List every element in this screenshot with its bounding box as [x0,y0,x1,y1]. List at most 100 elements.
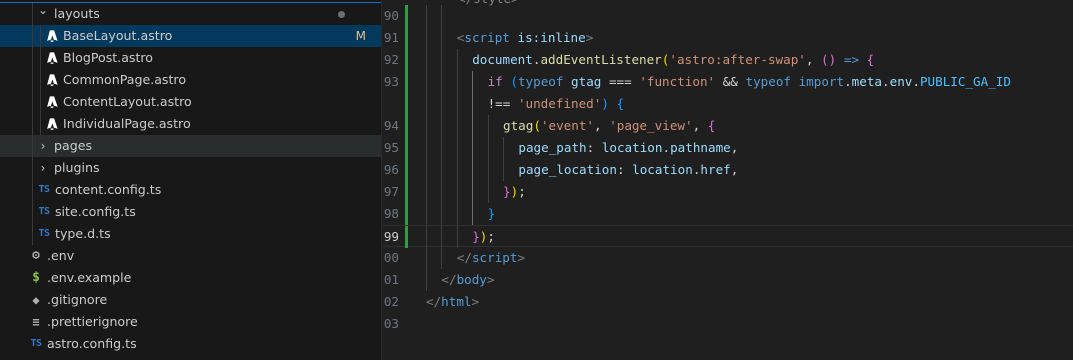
tree-item-label: .gitignore [47,292,108,307]
indent-guide [441,226,443,248]
code-token: href [700,162,731,177]
code-token: html [441,294,472,309]
tree-file[interactable]: BaseLayout.astro M [0,25,381,47]
tree-file[interactable]: $ .env.example [0,267,381,289]
line-number: 95 [383,140,399,155]
code-text: document.addEventListener('astro:after-s… [472,49,874,71]
tree-file[interactable]: ≡ .prettierignore [0,311,381,333]
code-line[interactable]: !== 'undefined') { [383,93,1073,115]
modified-dot-icon [338,11,345,18]
code-text: </html> [426,291,479,313]
code-token: PUBLIC_GA_ID [919,74,1011,89]
code-token: , [594,118,610,133]
dollar-icon: $ [32,270,40,285]
code-token: > [585,30,594,45]
tree-file[interactable]: IndividualPage.astro [0,113,381,135]
line-number: 97 [383,184,399,199]
indent-guide [456,93,458,115]
prettier-icon: ≡ [32,315,40,329]
code-token: { [616,96,625,111]
tree-folder-plugins[interactable]: › plugins [0,157,381,179]
code-token: meta [851,74,883,89]
code-text: page_location: location.href, [518,159,738,181]
code-line[interactable]: 102 </html> [383,291,1073,313]
code-token: ( [533,118,541,133]
chevron-right-icon: › [40,161,46,175]
code-token: location [632,162,693,177]
code-token: } [472,229,480,244]
code-token: page_path [518,140,587,155]
code-token: . [882,74,890,89]
indent-guide [441,93,443,115]
code-token: ; [518,184,526,199]
code-line[interactable]: 100 </script> [383,247,1073,269]
code-token: 'astro:after-swap' [669,52,806,67]
code-line[interactable]: 98} [383,203,1073,225]
tree-item-label: .env [47,248,75,263]
code-token: </ [441,272,457,287]
code-line[interactable]: 91 <script is:inline> [383,27,1073,49]
git-added-gutter-marker [405,49,408,71]
code-token: > [517,250,526,265]
code-token: : [616,162,633,177]
astro-file-icon [47,118,58,130]
code-token: location [601,140,663,155]
code-line[interactable]: 97}); [383,181,1073,203]
tree-folder-layouts[interactable]: ⌄ layouts [0,3,381,25]
indent-guide [426,115,427,137]
tree-file[interactable]: ◆ .gitignore [0,289,381,311]
tree-file[interactable]: TS type.d.ts [0,223,381,245]
tree-item-label: ContentLayout.astro [63,94,192,109]
tree-file[interactable]: TS site.config.ts [0,201,381,223]
code-token: env [889,74,913,89]
code-line[interactable]: 92 document.addEventListener('astro:after… [383,49,1073,71]
code-line[interactable]: 103 [383,313,1073,335]
code-token: </ [426,294,442,309]
code-text: if (typeof gtag === 'function' && typeof… [488,71,1011,93]
code-editor[interactable]: </style> 9091<script is:inline>92documen… [383,0,1073,360]
code-line[interactable]: 90 [383,5,1073,27]
line-number: 90 [383,8,399,23]
code-token: gtag [571,74,602,89]
code-text: }); [503,181,526,203]
line-number: 103 [383,316,399,331]
settings-gear-icon: ⚙ [32,248,40,263]
tree-file[interactable]: TS content.config.ts [0,179,381,201]
tree-file[interactable]: TS astro.config.ts [0,333,381,355]
code-token: ; [487,229,495,244]
code-line[interactable]: 95 page_path: location.pathname, [383,137,1073,159]
indent-guide [456,71,458,93]
code-token: . [912,74,920,89]
indent-guide [426,226,427,248]
indent-guide [426,93,427,115]
tree-file[interactable]: ContentLayout.astro [0,91,381,113]
git-added-gutter-marker [405,159,408,181]
line-number: 98 [383,206,399,221]
git-added-gutter-marker [405,137,408,159]
code-token: === [601,74,640,89]
tree-item-label: type.d.ts [55,226,111,241]
code-line[interactable]: 93 if (typeof gtag === 'function' && type… [383,71,1073,93]
tree-file[interactable]: CommonPage.astro [0,69,381,91]
code-token: { [866,52,875,67]
tree-folder-pages[interactable]: › pages [0,135,381,157]
code-token: : [586,140,602,155]
code-token: ) [601,96,609,111]
code-text: }); [472,226,495,248]
tree-file[interactable]: ⚙ .env [0,245,381,267]
code-text: !== 'undefined') { [488,93,625,115]
indent-guide [426,247,427,269]
code-line[interactable]: 101 </body> [383,269,1073,291]
indent-guide [456,203,458,225]
tree-file[interactable]: BlogPost.astro [0,47,381,69]
indent-guide [441,49,443,71]
git-added-gutter-marker [405,115,408,137]
code-line[interactable]: 94 gtag('event', 'page_view', { [383,115,1073,137]
code-line[interactable]: 96 page_location: location.href, [383,159,1073,181]
indent-guide [32,3,33,245]
code-line[interactable]: 99}); [383,225,1073,248]
code-token: </ [456,250,472,265]
indent-guide [441,115,443,137]
indent-guide [426,181,427,203]
explorer-sidebar: ⌄ layouts BaseLayout.astro M BlogPost.astro C… [0,0,382,360]
